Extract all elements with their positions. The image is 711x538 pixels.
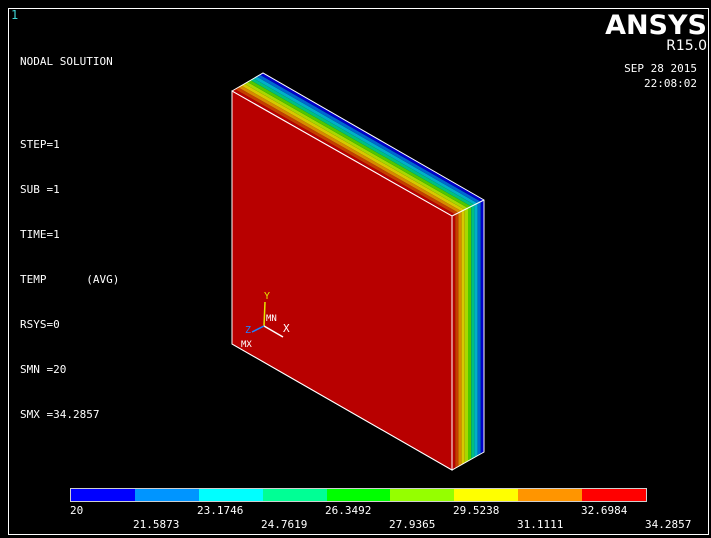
model-side-face — [452, 200, 484, 470]
legend-color-band — [71, 489, 135, 501]
legend-label: 21.5873 — [133, 518, 180, 531]
model-plot[interactable]: Y X Z MN MX — [0, 0, 711, 538]
triad-y-axis — [263, 301, 266, 327]
legend-label: 20 — [70, 504, 84, 517]
legend-label: 29.5238 — [453, 504, 500, 517]
triad-y-label: Y — [264, 291, 270, 302]
legend-color-band — [518, 489, 583, 501]
legend-color-band — [326, 489, 391, 501]
side-face-band — [458, 211, 462, 467]
legend-color-band — [390, 489, 455, 501]
triad-x-label: X — [283, 322, 290, 335]
side-face-band — [468, 206, 472, 461]
min-marker-label: MN — [266, 314, 277, 324]
legend-color-band — [198, 489, 263, 501]
side-face-band — [461, 209, 465, 465]
side-face-band — [474, 203, 478, 458]
legend-label: 32.6984 — [581, 504, 628, 517]
side-face-band — [471, 204, 475, 460]
legend-label: 31.1111 — [517, 518, 564, 531]
legend-label: 34.2857 — [645, 518, 692, 531]
legend-label: 23.1746 — [197, 504, 244, 517]
contour-legend-bar — [70, 488, 647, 502]
legend-label: 26.3492 — [325, 504, 372, 517]
legend-color-band — [134, 489, 199, 501]
legend-color-band — [262, 489, 327, 501]
triad-z-label: Z — [245, 325, 251, 336]
legend-color-band — [582, 489, 647, 501]
side-face-band — [477, 201, 481, 456]
max-marker-label: MX — [241, 340, 252, 350]
legend-color-band — [454, 489, 519, 501]
graphics-window[interactable]: 1 NODAL SOLUTION STEP=1 SUB =1 TIME=1 TE… — [0, 0, 711, 538]
side-face-band — [455, 212, 459, 469]
legend-label: 24.7619 — [261, 518, 308, 531]
side-face-band — [464, 208, 468, 463]
legend-label: 27.9365 — [389, 518, 436, 531]
